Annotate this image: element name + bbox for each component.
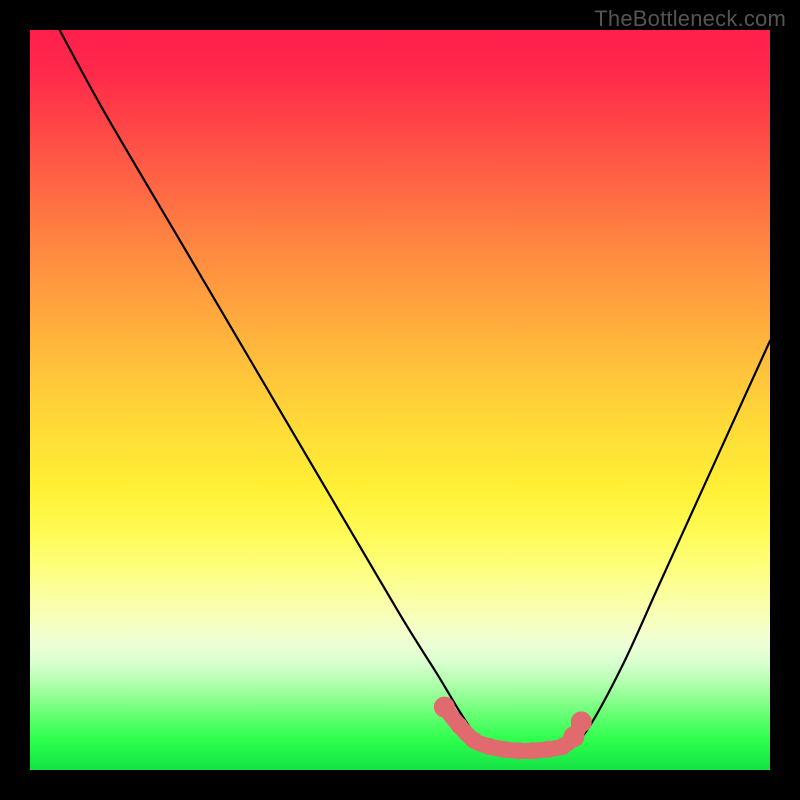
chart-area bbox=[30, 30, 770, 770]
optimal-zone-marks bbox=[30, 30, 770, 770]
watermark-text: TheBottleneck.com bbox=[594, 6, 786, 32]
